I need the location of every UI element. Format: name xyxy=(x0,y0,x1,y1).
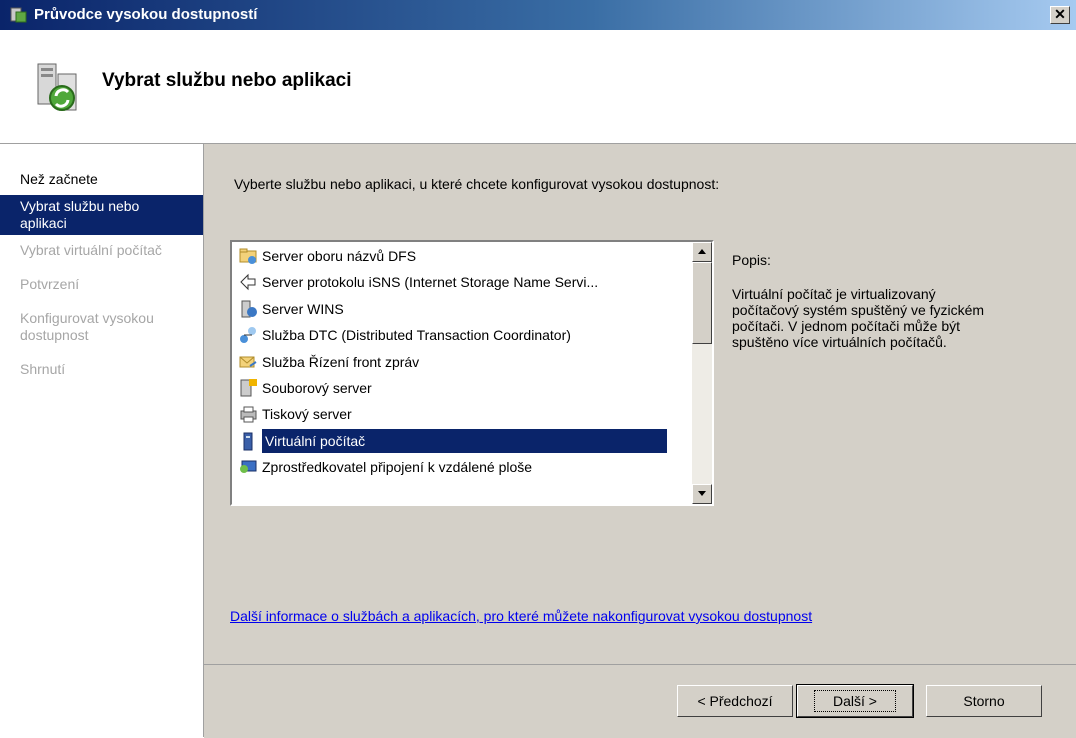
printer-icon xyxy=(240,406,257,423)
list-item[interactable]: Služba DTC (Distributed Transaction Coor… xyxy=(238,323,571,347)
service-listbox[interactable]: Server oboru názvů DFS Server protokolu i… xyxy=(230,240,714,506)
sidebar-step: Vybrat virtuální počítač xyxy=(20,242,162,258)
previous-button[interactable]: < Předchozí xyxy=(677,685,793,717)
close-button[interactable]: ✕ xyxy=(1050,6,1070,24)
wizard-window: Průvodce vysokou dostupností ✕ Vybrat sl… xyxy=(0,0,1076,738)
sidebar-step[interactable]: Než začnete xyxy=(0,168,203,191)
list-item-label: Služba Řízení front zpráv xyxy=(262,353,420,370)
list-item-label: Zprostředkovatel připojení k vzdálené pl… xyxy=(262,459,533,476)
sidebar-step: Konfigurovat vysokou dostupnost xyxy=(20,310,154,343)
scroll-up-icon xyxy=(698,249,706,254)
scroll-down-button[interactable] xyxy=(692,484,712,504)
cluster-wizard-icon xyxy=(37,63,77,111)
list-item-label: Server WINS xyxy=(262,300,344,317)
steps-list: Než začnete Vybrat službu nebo aplikaci Vy… xyxy=(0,168,203,381)
main-content: Vyberte službu nebo aplikaci, u které ch… xyxy=(204,144,1076,664)
wizard-header: Vybrat službu nebo aplikaci xyxy=(0,30,1076,144)
description-label: Popis: xyxy=(732,252,771,268)
wizard-icon xyxy=(10,7,27,23)
list-item-label: Virtuální počítač xyxy=(262,428,667,453)
cancel-button-label: Storno xyxy=(963,693,1005,709)
list-item-label: Tiskový server xyxy=(262,406,352,423)
list-item[interactable]: Souborový server xyxy=(238,376,372,400)
scroll-thumb[interactable] xyxy=(692,262,712,344)
list-item-label: Server oboru názvů DFS xyxy=(262,248,417,264)
sidebar-step: Shrnutí xyxy=(20,361,66,377)
sidebar-step[interactable]: Vybrat službu nebo aplikaci xyxy=(0,195,203,235)
file-server-icon xyxy=(240,379,257,397)
virtual-machine-icon xyxy=(243,432,253,451)
instruction-text: Vyberte službu nebo aplikaci, u které ch… xyxy=(234,176,720,192)
list-item[interactable]: Služba Řízení front zpráv xyxy=(238,350,419,374)
more-info-link[interactable]: Další informace o službách a aplikacích,… xyxy=(230,608,812,624)
transaction-icon xyxy=(240,327,256,344)
listbox-scrollbar[interactable] xyxy=(692,242,712,504)
message-queue-icon xyxy=(239,356,257,368)
list-item-label: Služba DTC (Distributed Transaction Coor… xyxy=(262,327,571,344)
list-item-label: Souborový server xyxy=(262,380,372,396)
cancel-button[interactable]: Storno xyxy=(926,685,1042,717)
list-item-label: Server protokolu iSNS (Internet Storage … xyxy=(262,274,599,291)
network-arrow-icon xyxy=(240,274,256,291)
list-item[interactable]: Zprostředkovatel připojení k vzdálené pl… xyxy=(238,455,532,479)
list-item[interactable]: Server protokolu iSNS (Internet Storage … xyxy=(238,270,598,294)
list-item[interactable]: Server oboru názvů DFS xyxy=(238,244,416,268)
next-button[interactable]: Další > xyxy=(796,684,914,718)
scroll-up-button[interactable] xyxy=(692,242,712,262)
listbox-items: Server oboru názvů DFS Server protokolu i… xyxy=(232,242,692,504)
page-title: Vybrat službu nebo aplikaci xyxy=(102,70,352,91)
list-item[interactable]: Virtuální počítač xyxy=(238,428,667,453)
list-item[interactable]: Tiskový server xyxy=(238,402,352,426)
next-button-label: Další > xyxy=(814,690,896,712)
description-text: Virtuální počítač je virtualizovaný počí… xyxy=(732,286,985,350)
scroll-down-icon xyxy=(698,491,706,496)
title-bar[interactable]: Průvodce vysokou dostupností ✕ xyxy=(0,0,1076,30)
window-title: Průvodce vysokou dostupností xyxy=(34,6,258,23)
list-item[interactable]: Server WINS xyxy=(238,297,344,321)
close-icon: ✕ xyxy=(1054,6,1066,22)
folder-network-icon xyxy=(239,248,257,264)
wizard-steps-sidebar: Než začnete Vybrat službu nebo aplikaci Vy… xyxy=(0,144,204,737)
server-wins-icon xyxy=(241,300,257,318)
sidebar-step: Potvrzení xyxy=(20,276,80,292)
remote-desktop-icon xyxy=(240,460,257,474)
wizard-footer: < Předchozí Další > Storno xyxy=(204,664,1076,738)
previous-button-label: < Předchozí xyxy=(697,693,773,709)
